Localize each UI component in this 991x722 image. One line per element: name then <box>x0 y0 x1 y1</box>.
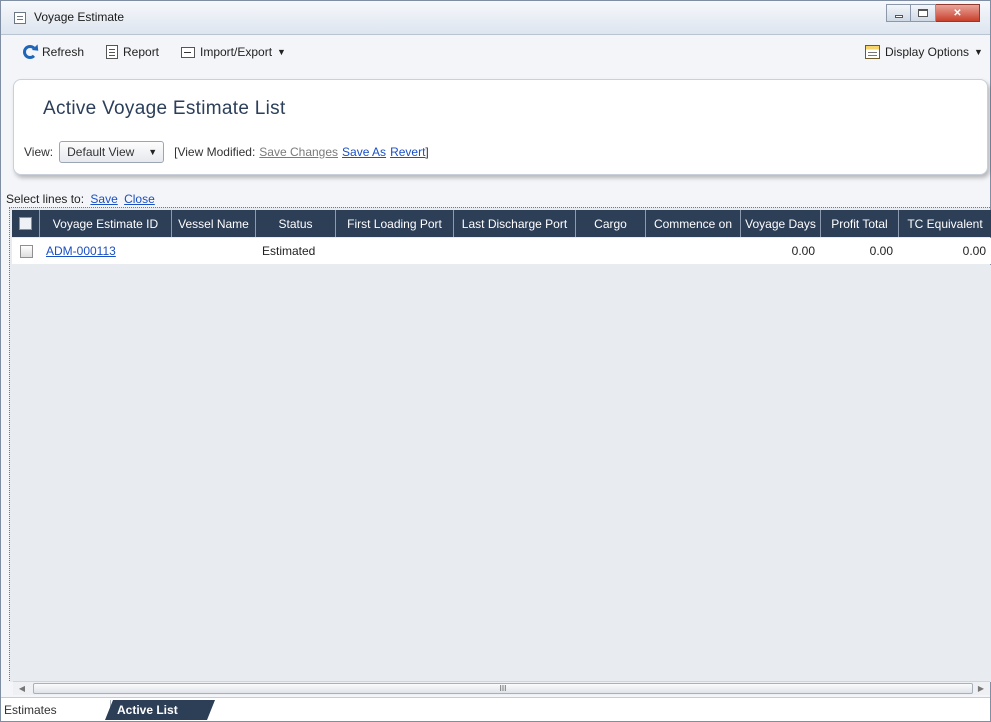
window-controls: ✕ <box>886 4 980 22</box>
view-select-value: Default View <box>67 145 135 159</box>
tab-active-list[interactable]: Active List <box>105 700 215 720</box>
scroll-right-icon[interactable]: ▶ <box>975 684 987 694</box>
grid-empty-area <box>10 265 991 682</box>
display-options-icon <box>865 45 880 59</box>
estimates-grid: Voyage Estimate ID Vessel Name Status Fi… <box>9 207 991 682</box>
voyage-estimate-window: Voyage Estimate ✕ Refresh Report Import/… <box>0 0 991 722</box>
column-header-first-loading-port[interactable]: First Loading Port <box>336 210 454 237</box>
save-changes-link[interactable]: Save Changes <box>259 145 338 159</box>
report-icon <box>106 45 118 59</box>
chevron-down-icon: ▼ <box>148 147 158 157</box>
row-checkbox[interactable] <box>20 244 33 258</box>
revert-link[interactable]: Revert <box>390 145 425 159</box>
window-icon <box>14 12 26 24</box>
maximize-button[interactable] <box>911 4 936 22</box>
import-export-button[interactable]: Import/Export ▼ <box>181 45 286 59</box>
minimize-icon <box>894 14 903 18</box>
column-header-voyage-days[interactable]: Voyage Days <box>741 210 821 237</box>
select-save-link[interactable]: Save <box>90 192 117 206</box>
maximize-icon <box>918 9 928 17</box>
refresh-button[interactable]: Refresh <box>23 45 84 59</box>
cell-first-loading-port <box>336 238 454 264</box>
window-title: Voyage Estimate <box>34 10 125 24</box>
cell-voyage-estimate-id: ADM-000113 <box>40 238 172 264</box>
select-lines-label: Select lines to: <box>6 192 85 206</box>
report-button[interactable]: Report <box>106 45 159 59</box>
chevron-down-icon: ▼ <box>277 47 286 57</box>
refresh-icon <box>23 45 37 59</box>
select-lines-bar: Select lines to: Save Close <box>6 192 158 206</box>
save-as-link[interactable]: Save As <box>342 145 386 159</box>
view-modified-suffix: ] <box>425 145 429 159</box>
column-header-voyage-estimate-id[interactable]: Voyage Estimate ID <box>40 210 172 237</box>
scroll-left-icon[interactable]: ◀ <box>16 684 28 694</box>
column-header-status[interactable]: Status <box>256 210 336 237</box>
select-all-cell <box>12 210 40 237</box>
column-header-vessel-name[interactable]: Vessel Name <box>172 210 256 237</box>
select-all-checkbox[interactable] <box>19 217 32 230</box>
cell-tc-equivalent: 0.00 <box>962 244 986 258</box>
grid-header-row: Voyage Estimate ID Vessel Name Status Fi… <box>12 210 991 237</box>
table-row[interactable]: ADM-000113 Estimated 0.00 0.00 0.00 <box>12 238 991 264</box>
page-title: Active Voyage Estimate List <box>43 98 286 119</box>
display-options-label: Display Options <box>885 45 970 59</box>
import-export-label: Import/Export <box>200 45 273 59</box>
select-close-link[interactable]: Close <box>124 192 155 206</box>
title-bar: Voyage Estimate ✕ <box>1 1 990 35</box>
column-header-last-discharge-port[interactable]: Last Discharge Port <box>454 210 576 237</box>
horizontal-scrollbar[interactable]: ◀ III ▶ <box>13 681 990 695</box>
column-header-profit-total[interactable]: Profit Total <box>821 210 899 237</box>
display-options-button[interactable]: Display Options ▼ <box>865 45 983 59</box>
minimize-button[interactable] <box>886 4 911 22</box>
toolbar: Refresh Report Import/Export ▼ Display O… <box>1 37 990 71</box>
bottom-tab-bar: Estimates Active List <box>1 697 990 721</box>
row-select-cell <box>12 238 40 264</box>
cell-status: Estimated <box>262 244 316 258</box>
scrollbar-thumb[interactable]: III <box>33 683 973 694</box>
column-header-tc-equivalent[interactable]: TC Equivalent <box>899 210 991 237</box>
view-label: View: <box>24 145 54 159</box>
cell-profit-total: 0.00 <box>869 244 893 258</box>
report-label: Report <box>123 45 160 59</box>
close-window-button[interactable]: ✕ <box>936 4 980 22</box>
view-modified-prefix: [View Modified: <box>174 145 256 159</box>
tab-estimates[interactable]: Estimates <box>1 700 111 720</box>
column-header-cargo[interactable]: Cargo <box>576 210 646 237</box>
cell-vessel-name <box>172 238 256 264</box>
view-row: View: Default View ▼ [View Modified: Sav… <box>24 141 429 163</box>
list-header-panel: Active Voyage Estimate List View: Defaul… <box>13 79 988 175</box>
view-select[interactable]: Default View ▼ <box>59 141 165 163</box>
chevron-down-icon: ▼ <box>974 47 983 57</box>
import-export-icon <box>181 46 195 58</box>
cell-cargo <box>576 238 646 264</box>
cell-voyage-days: 0.00 <box>791 244 815 258</box>
refresh-label: Refresh <box>42 45 85 59</box>
cell-last-discharge-port <box>454 238 576 264</box>
cell-commence-on <box>646 238 741 264</box>
close-icon: ✕ <box>953 7 962 19</box>
column-header-commence-on[interactable]: Commence on <box>646 210 741 237</box>
voyage-estimate-id-link[interactable]: ADM-000113 <box>46 244 116 258</box>
